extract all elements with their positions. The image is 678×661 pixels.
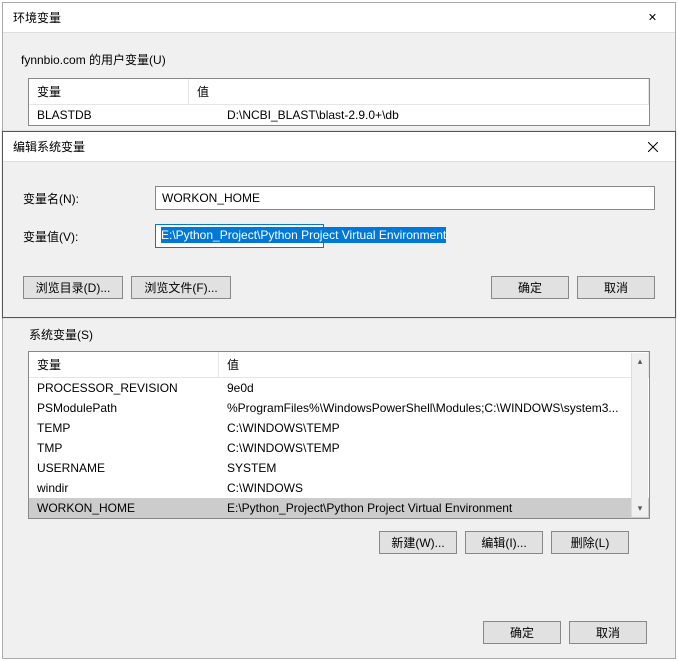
close-icon <box>648 142 658 152</box>
delete-system-var-button[interactable]: 删除(L) <box>551 531 629 554</box>
cell-variable: TMP <box>29 438 219 458</box>
variable-value-label: 变量值(V): <box>23 228 155 245</box>
col-value[interactable]: 值 <box>219 352 649 377</box>
table-row[interactable]: TMPC:\WINDOWS\TEMP <box>29 438 649 458</box>
system-table-body: PROCESSOR_REVISION9e0dPSModulePath%Progr… <box>29 378 649 518</box>
table-row[interactable]: windirC:\WINDOWS <box>29 478 649 498</box>
value-row: 变量值(V): E:\Python_Project\Python Project… <box>23 224 655 248</box>
edit-system-var-button[interactable]: 编辑(I)... <box>465 531 543 554</box>
cell-variable: TEMP <box>29 418 219 438</box>
main-titlebar: 环境变量 ✕ <box>3 3 675 33</box>
user-table-header: 变量 值 <box>29 79 649 105</box>
new-system-var-button[interactable]: 新建(W)... <box>379 531 457 554</box>
env-vars-window: 环境变量 ✕ fynnbio.com 的用户变量(U) 变量 值 BLASTDB… <box>2 2 676 659</box>
variable-name-input[interactable] <box>155 186 655 210</box>
system-vars-section: 系统变量(S) 变量 值 PROCESSOR_REVISION9e0dPSMod… <box>21 326 657 568</box>
user-vars-label: fynnbio.com 的用户变量(U) <box>21 51 657 68</box>
variable-value-input[interactable] <box>155 224 324 248</box>
system-vars-table[interactable]: 变量 值 PROCESSOR_REVISION9e0dPSModulePath%… <box>28 351 650 519</box>
edit-dialog-close-button[interactable] <box>630 132 675 162</box>
scroll-down-icon[interactable]: ▾ <box>632 500 648 517</box>
main-dialog-buttons: 确定 取消 <box>483 621 647 644</box>
cell-variable: windir <box>29 478 219 498</box>
table-row[interactable]: PROCESSOR_REVISION9e0d <box>29 378 649 398</box>
cell-value: %ProgramFiles%\WindowsPowerShell\Modules… <box>219 398 649 418</box>
system-vars-label: 系统变量(S) <box>21 326 657 343</box>
cell-variable: USERNAME <box>29 458 219 478</box>
close-icon: ✕ <box>648 11 657 24</box>
table-row[interactable]: BLASTDB D:\NCBI_BLAST\blast-2.9.0+\db <box>29 105 649 125</box>
edit-dialog-title: 编辑系统变量 <box>13 138 630 155</box>
edit-form: 变量名(N): 变量值(V): E:\Python_Project\Python… <box>3 162 675 270</box>
table-row[interactable]: PSModulePath%ProgramFiles%\WindowsPowerS… <box>29 398 649 418</box>
variable-value-input-wrap: E:\Python_Project\Python Project Virtual… <box>155 224 655 248</box>
variable-name-label: 变量名(N): <box>23 190 155 207</box>
col-value[interactable]: 值 <box>189 79 649 104</box>
table-row[interactable]: USERNAMESYSTEM <box>29 458 649 478</box>
name-row: 变量名(N): <box>23 186 655 210</box>
main-close-button[interactable]: ✕ <box>630 3 675 33</box>
cell-value: E:\Python_Project\Python Project Virtual… <box>219 498 649 518</box>
cell-value: C:\WINDOWS <box>219 478 649 498</box>
col-variable[interactable]: 变量 <box>29 79 189 104</box>
edit-dialog-buttons: 浏览目录(D)... 浏览文件(F)... 确定 取消 <box>3 270 675 317</box>
cell-value: D:\NCBI_BLAST\blast-2.9.0+\db <box>219 105 649 125</box>
edit-dialog-titlebar: 编辑系统变量 <box>3 132 675 162</box>
edit-ok-button[interactable]: 确定 <box>491 276 569 299</box>
cell-variable: PROCESSOR_REVISION <box>29 378 219 398</box>
system-buttons-row: 新建(W)... 编辑(I)... 删除(L) <box>21 531 657 568</box>
browse-file-button[interactable]: 浏览文件(F)... <box>131 276 231 299</box>
cell-variable: BLASTDB <box>29 105 219 125</box>
spacer <box>239 276 483 299</box>
browse-directory-button[interactable]: 浏览目录(D)... <box>23 276 123 299</box>
scrollbar[interactable]: ▴ ▾ <box>631 353 648 517</box>
main-cancel-button[interactable]: 取消 <box>569 621 647 644</box>
cell-value: SYSTEM <box>219 458 649 478</box>
table-row[interactable]: TEMPC:\WINDOWS\TEMP <box>29 418 649 438</box>
cell-variable: PSModulePath <box>29 398 219 418</box>
user-vars-table[interactable]: 变量 值 BLASTDB D:\NCBI_BLAST\blast-2.9.0+\… <box>28 78 650 126</box>
cell-value: C:\WINDOWS\TEMP <box>219 438 649 458</box>
user-table-body: BLASTDB D:\NCBI_BLAST\blast-2.9.0+\db <box>29 105 649 125</box>
cell-value: 9e0d <box>219 378 649 398</box>
edit-cancel-button[interactable]: 取消 <box>577 276 655 299</box>
cell-value: C:\WINDOWS\TEMP <box>219 418 649 438</box>
col-variable[interactable]: 变量 <box>29 352 219 377</box>
main-window-title: 环境变量 <box>13 9 630 26</box>
main-ok-button[interactable]: 确定 <box>483 621 561 644</box>
table-row[interactable]: WORKON_HOMEE:\Python_Project\Python Proj… <box>29 498 649 518</box>
scroll-up-icon[interactable]: ▴ <box>632 353 648 370</box>
system-table-header: 变量 值 <box>29 352 649 378</box>
cell-variable: WORKON_HOME <box>29 498 219 518</box>
edit-system-variable-dialog: 编辑系统变量 变量名(N): 变量值(V): E:\Python_Project… <box>2 131 676 318</box>
